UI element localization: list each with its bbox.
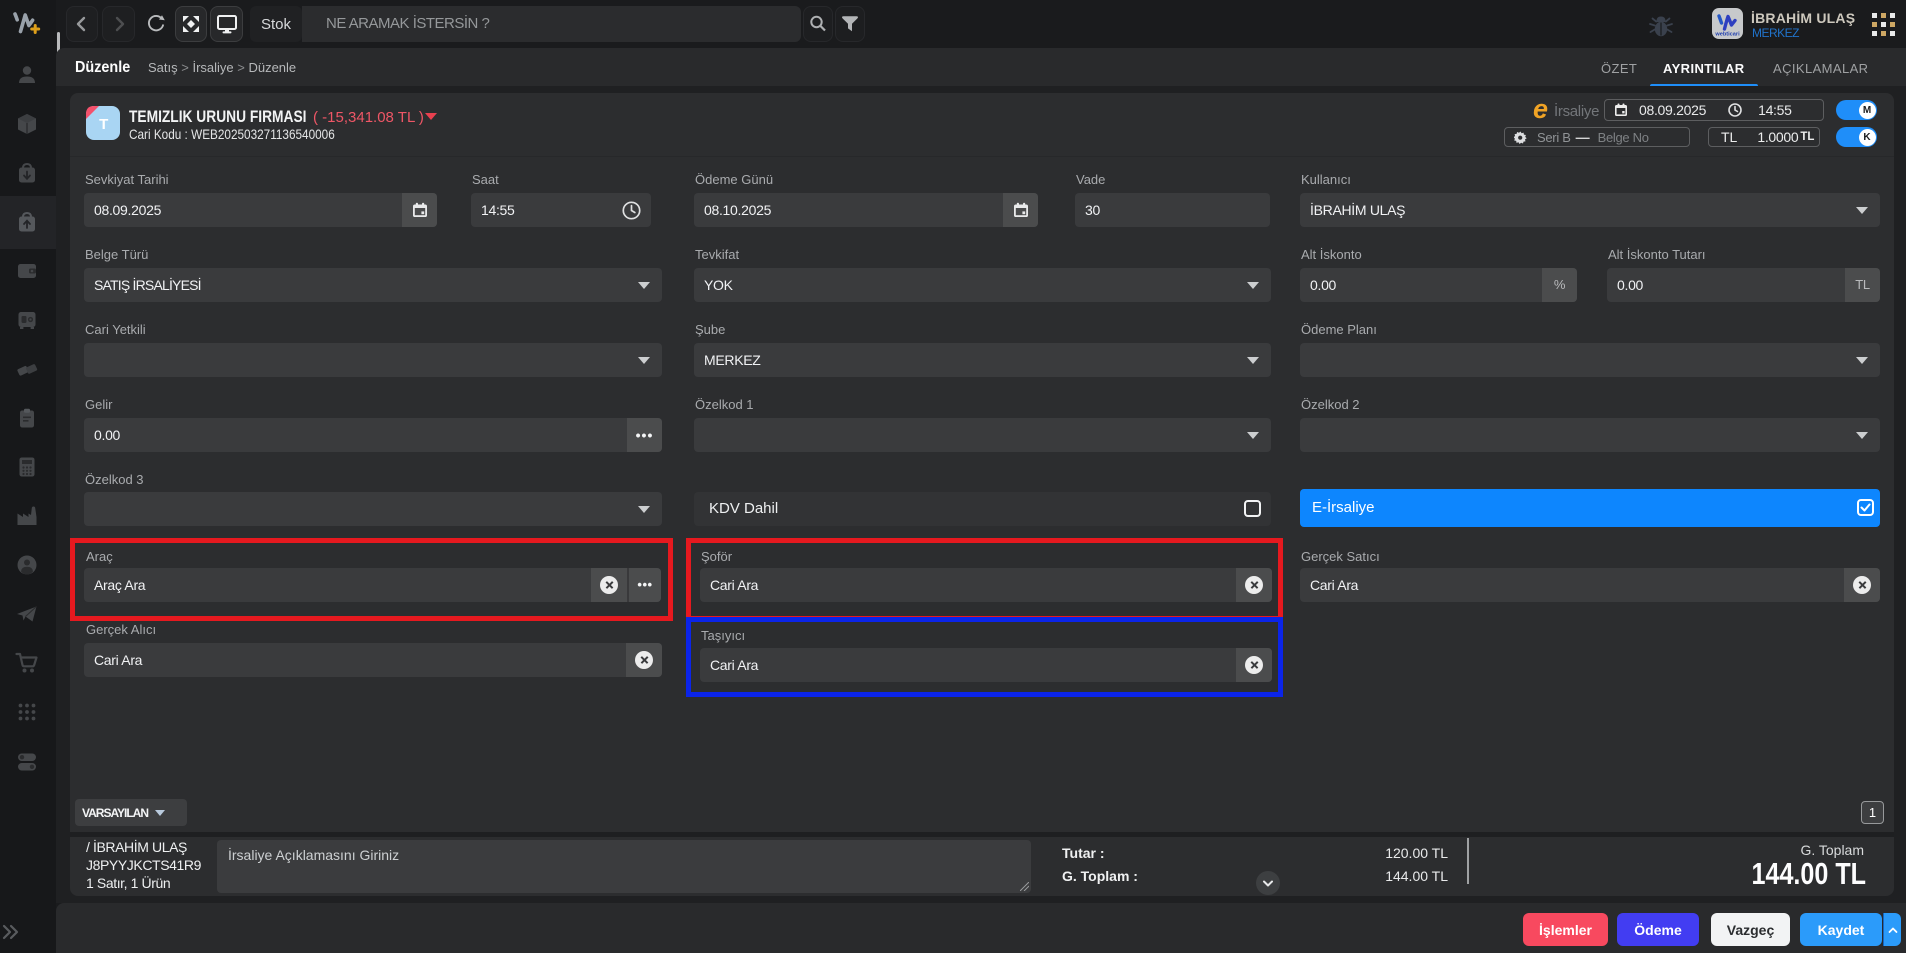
svg-text:T: T xyxy=(99,116,108,133)
svg-text:webticari: webticari xyxy=(1714,32,1740,38)
